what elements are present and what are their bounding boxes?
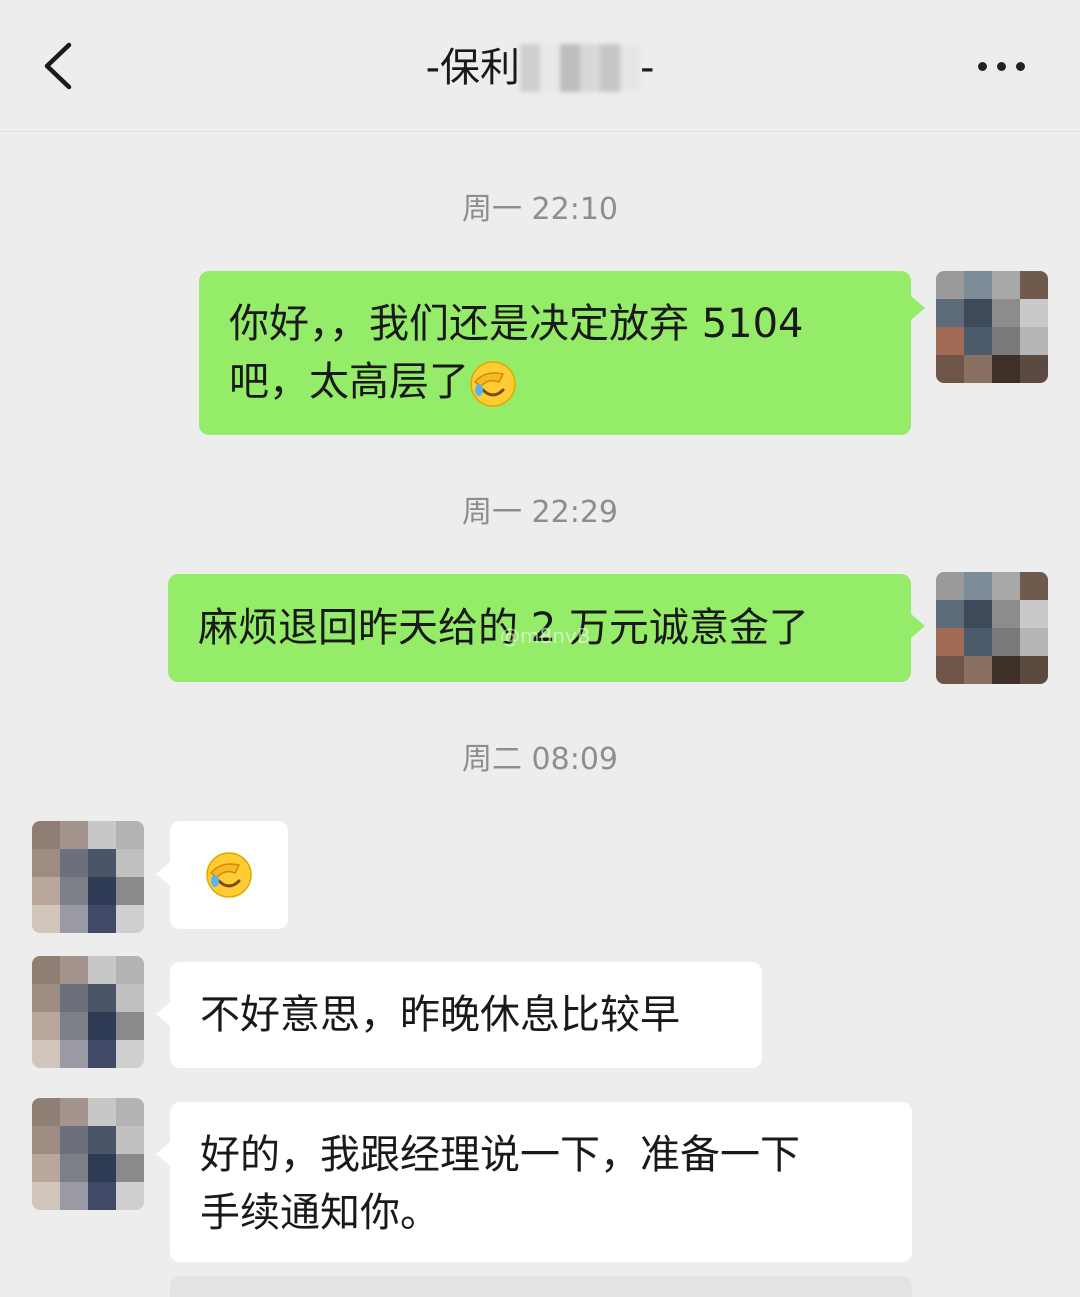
contact-message-bubble[interactable] (170, 821, 288, 929)
bubble-tail (156, 1002, 170, 1026)
my-message-bubble[interactable]: 你好，，我们还是决定放弃 5104 吧，太高层了 (199, 271, 911, 435)
bubble-tail (156, 862, 170, 886)
chat-title-prefix: -保利 (425, 45, 520, 91)
more-dots-icon (977, 61, 987, 71)
facepalm-crying-emoji (469, 360, 517, 408)
message-text: 吧，太高层了 (229, 359, 469, 405)
facepalm-crying-emoji (205, 851, 253, 899)
more-button[interactable] (966, 44, 1036, 88)
timestamp: 周一 22:29 (462, 495, 618, 530)
redacted-name-mosaic (520, 44, 640, 92)
contact-avatar[interactable] (32, 821, 144, 933)
bubble-tail (911, 296, 925, 320)
chat-title-suffix: - (640, 45, 655, 91)
message-text: 不好意思，昨晚休息比较早 (200, 992, 680, 1038)
message-text: 好的，我跟经理说一下，准备一下 (200, 1132, 800, 1178)
chat-screen: -保利 - 周一 22:10 你好，，我们还是决定放弃 5104 吧，太高层了 (0, 0, 1080, 1297)
contact-avatar[interactable] (32, 956, 144, 1068)
chat-title: -保利 - (0, 38, 1080, 98)
chat-header: -保利 - (0, 0, 1080, 132)
timestamp: 周一 22:10 (462, 192, 618, 227)
contact-avatar[interactable] (32, 1098, 144, 1210)
message-text-line2: 吧，太高层了 (229, 353, 881, 411)
watermark-text: @m8nvB (500, 624, 591, 648)
next-message-edge (170, 1276, 912, 1297)
contact-message-bubble[interactable]: 不好意思，昨晚休息比较早 (170, 962, 762, 1068)
contact-message-bubble[interactable]: 好的，我跟经理说一下，准备一下 手续通知你。 (170, 1102, 912, 1262)
message-text: 你好，，我们还是决定放弃 5104 (229, 301, 804, 347)
message-text: 手续通知你。 (200, 1190, 440, 1236)
more-dots-icon (1015, 61, 1025, 71)
timestamp: 周二 08:09 (462, 742, 618, 777)
bubble-tail (156, 1142, 170, 1166)
bubble-tail (911, 614, 925, 638)
my-avatar[interactable] (936, 271, 1048, 383)
more-dots-icon (996, 61, 1006, 71)
my-avatar[interactable] (936, 572, 1048, 684)
